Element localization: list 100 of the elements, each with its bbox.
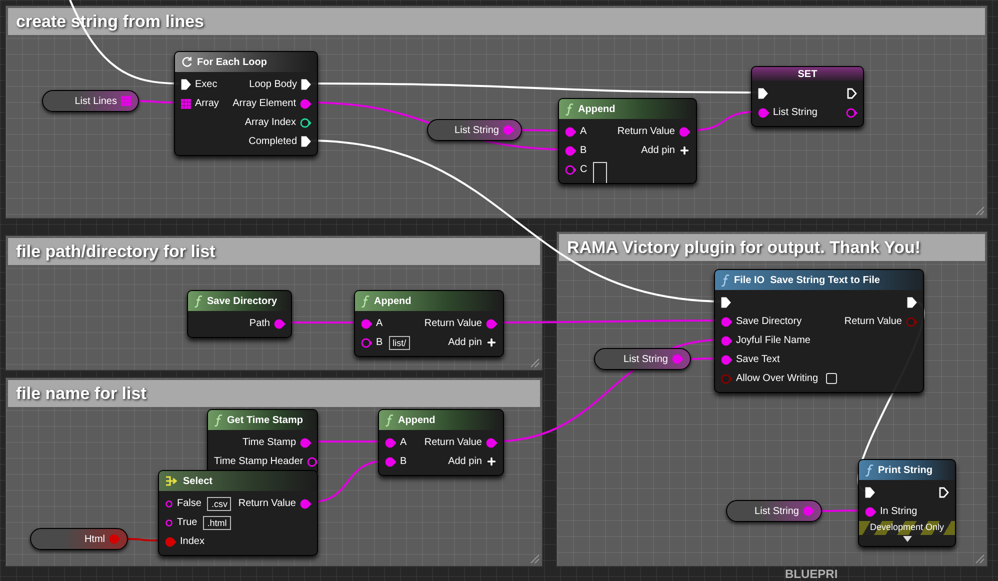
node-title: Save Directory	[207, 294, 278, 308]
pin-label: Array	[195, 97, 219, 111]
add-pin-icon[interactable]	[486, 337, 497, 348]
pin-icon[interactable]	[300, 438, 311, 448]
default-value-field[interactable]: .csv	[207, 496, 232, 510]
node-title: SET	[798, 68, 818, 82]
pin-label: Array Element	[232, 97, 296, 111]
exec-pin-icon[interactable]	[301, 79, 311, 90]
development-only-banner: Development Only	[859, 521, 955, 535]
pin-icon[interactable]	[565, 126, 576, 136]
pin-icon[interactable]	[385, 438, 396, 448]
node-title: Append	[398, 414, 436, 428]
array-pin-icon[interactable]	[181, 98, 191, 108]
pin-label: In String	[880, 505, 918, 519]
pin-icon[interactable]	[486, 318, 497, 328]
pin-label: Save Directory	[736, 315, 802, 329]
pin-label: Path	[249, 317, 270, 331]
pin-label: B	[400, 455, 407, 469]
pin-label: Add pin	[641, 144, 675, 158]
pin-label: Array Index	[244, 116, 296, 130]
pin-icon[interactable]	[274, 318, 285, 328]
pin-icon[interactable]	[679, 126, 690, 136]
input-field[interactable]	[593, 162, 608, 183]
background-label: BLUEPRI	[785, 568, 838, 580]
loop-icon	[181, 56, 193, 68]
variable-label: List String	[624, 352, 668, 366]
pin-icon[interactable]	[165, 500, 173, 508]
pin-label: A	[376, 317, 383, 331]
node-title: Append	[578, 102, 616, 116]
variable-label: List String	[754, 504, 799, 518]
function-icon	[385, 414, 394, 426]
function-icon	[214, 414, 223, 426]
comment-title: file name for list	[8, 380, 540, 407]
pin-label: Time Stamp	[242, 436, 296, 450]
branch-icon	[165, 475, 179, 487]
pin-icon[interactable]	[165, 518, 173, 526]
function-icon	[194, 294, 203, 308]
pin-icon[interactable]	[300, 118, 311, 128]
pin-label: A	[580, 125, 587, 139]
resize-grip-icon[interactable]	[975, 206, 985, 216]
node-title: For Each Loop	[197, 56, 267, 70]
pin-icon[interactable]	[721, 354, 732, 364]
pin-icon[interactable]	[721, 336, 732, 346]
pin-label: Return Value	[844, 315, 902, 329]
function-icon	[865, 464, 874, 476]
variable-label: List String	[454, 124, 499, 138]
function-icon	[721, 274, 730, 286]
pin-icon[interactable]	[300, 498, 311, 508]
exec-pin-icon[interactable]	[847, 88, 857, 99]
add-pin-icon[interactable]	[486, 456, 497, 467]
pin-label: Completed	[248, 135, 297, 149]
variable-label: Html	[84, 532, 105, 546]
exec-pin-icon[interactable]	[865, 487, 875, 498]
exec-pin-icon[interactable]	[181, 79, 191, 90]
pin-label: False	[177, 497, 202, 511]
pin-icon[interactable]	[846, 108, 857, 118]
pin-icon[interactable]	[758, 108, 769, 118]
exec-pin-icon[interactable]	[907, 297, 917, 308]
pin-label: Joyful File Name	[736, 334, 810, 348]
pin-label: Loop Body	[249, 78, 297, 92]
add-pin-icon[interactable]	[679, 145, 690, 156]
resize-grip-icon[interactable]	[530, 554, 540, 564]
resize-grip-icon[interactable]	[530, 358, 540, 368]
pin-icon[interactable]	[565, 146, 576, 156]
pin-label: Return Value	[424, 436, 482, 450]
expand-arrow-icon[interactable]	[902, 536, 912, 542]
resize-grip-icon[interactable]	[975, 554, 985, 564]
pin-label: Add pin	[448, 336, 482, 350]
pin-icon[interactable]	[307, 456, 317, 466]
pin-icon[interactable]	[361, 318, 372, 328]
pin-label: Index	[180, 535, 204, 549]
pin-icon[interactable]	[565, 164, 576, 174]
pin-label: Time Stamp Header	[214, 455, 304, 469]
pin-label: Add pin	[448, 455, 482, 469]
exec-pin-icon[interactable]	[939, 487, 949, 498]
default-value-field[interactable]: list/	[388, 336, 410, 350]
pin-label: Return Value	[617, 125, 675, 139]
pin-icon[interactable]	[385, 456, 396, 466]
comment-title: RAMA Victory plugin for output. Thank You!	[559, 234, 985, 261]
node-title: File IO Save String Text to File	[734, 274, 880, 288]
pin-label: B	[376, 336, 383, 350]
pin-icon[interactable]	[865, 506, 876, 516]
pin-label: Save Text	[736, 353, 780, 367]
function-icon	[565, 102, 574, 116]
exec-pin-icon[interactable]	[301, 136, 311, 147]
pin-icon[interactable]	[300, 98, 311, 108]
function-icon	[361, 294, 370, 308]
pin-icon[interactable]	[721, 316, 732, 326]
pin-label: True	[177, 516, 198, 530]
node-title: Select	[183, 474, 212, 488]
pin-icon[interactable]	[486, 438, 497, 448]
pin-label: Allow Over Writing	[736, 372, 818, 386]
variable-label: List Lines	[74, 94, 117, 108]
exec-pin-icon[interactable]	[721, 297, 731, 308]
pin-label: Return Value	[424, 317, 482, 331]
exec-pin-icon[interactable]	[758, 88, 768, 99]
comment-title: file path/directory for list	[8, 238, 540, 265]
checkbox[interactable]	[826, 373, 838, 384]
pin-icon[interactable]	[361, 338, 372, 348]
default-value-field[interactable]: .html	[203, 516, 231, 530]
